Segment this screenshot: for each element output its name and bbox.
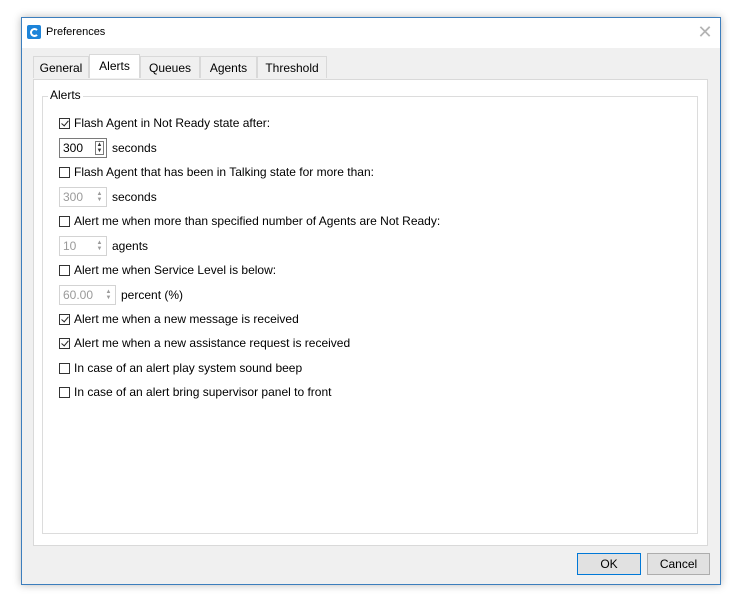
alerts-group-label: Alerts bbox=[48, 88, 83, 102]
flash-talking-spinbox[interactable]: 300 ▲ ▼ bbox=[59, 187, 107, 207]
new-assistance-checkbox[interactable] bbox=[59, 338, 70, 349]
alerts-tab-panel: Alerts Flash Agent in Not Ready state af… bbox=[33, 79, 708, 546]
service-level-checkbox[interactable] bbox=[59, 265, 70, 276]
service-level-spinbox[interactable]: 60.00 ▲ ▼ bbox=[59, 285, 116, 305]
tab-alerts[interactable]: Alerts bbox=[89, 54, 140, 78]
flash-talking-unit: seconds bbox=[112, 190, 157, 204]
tab-threshold[interactable]: Threshold bbox=[257, 56, 327, 78]
sound-beep-checkbox[interactable] bbox=[59, 363, 70, 374]
ok-button[interactable]: OK bbox=[577, 553, 641, 575]
flash-not-ready-checkbox[interactable] bbox=[59, 118, 70, 129]
sound-beep-label: In case of an alert play system sound be… bbox=[74, 361, 303, 375]
spin-arrows-icon[interactable]: ▲ ▼ bbox=[95, 239, 104, 253]
alerts-groupbox: Flash Agent in Not Ready state after: 30… bbox=[42, 96, 698, 534]
service-level-label: Alert me when Service Level is below: bbox=[74, 263, 277, 277]
agents-not-ready-unit: agents bbox=[112, 239, 149, 253]
window-title: Preferences bbox=[46, 26, 106, 38]
close-button[interactable]: ✕ bbox=[690, 18, 720, 48]
new-assistance-label: Alert me when a new assistance request i… bbox=[74, 336, 351, 350]
spin-arrows-icon[interactable]: ▲ ▼ bbox=[95, 190, 104, 204]
preferences-dialog: Preferences ✕ General Alerts Queues Agen… bbox=[21, 17, 721, 585]
new-message-label: Alert me when a new message is received bbox=[74, 312, 299, 326]
flash-not-ready-label: Flash Agent in Not Ready state after: bbox=[74, 116, 271, 130]
service-level-value: 60.00 bbox=[63, 288, 94, 302]
agents-not-ready-spinbox[interactable]: 10 ▲ ▼ bbox=[59, 236, 107, 256]
flash-not-ready-unit: seconds bbox=[112, 141, 157, 155]
title-bar: Preferences ✕ bbox=[22, 18, 720, 48]
cancel-button[interactable]: Cancel bbox=[647, 553, 710, 575]
agents-not-ready-value: 10 bbox=[63, 239, 77, 253]
flash-not-ready-value: 300 bbox=[63, 141, 84, 155]
bring-front-label: In case of an alert bring supervisor pan… bbox=[74, 385, 332, 399]
spin-arrows-icon[interactable]: ▲ ▼ bbox=[104, 288, 113, 302]
flash-talking-checkbox[interactable] bbox=[59, 167, 70, 178]
flash-not-ready-spinbox[interactable]: 300 ▲ ▼ bbox=[59, 138, 107, 158]
spin-arrows-icon[interactable]: ▲ ▼ bbox=[95, 141, 104, 155]
bring-front-checkbox[interactable] bbox=[59, 387, 70, 398]
flash-talking-value: 300 bbox=[63, 190, 84, 204]
service-level-unit: percent (%) bbox=[121, 288, 184, 302]
new-message-checkbox[interactable] bbox=[59, 314, 70, 325]
tab-agents[interactable]: Agents bbox=[200, 56, 257, 78]
agents-not-ready-checkbox[interactable] bbox=[59, 216, 70, 227]
app-logo-icon bbox=[27, 25, 41, 39]
tab-general[interactable]: General bbox=[33, 56, 89, 78]
agents-not-ready-label: Alert me when more than specified number… bbox=[74, 214, 441, 228]
flash-talking-label: Flash Agent that has been in Talking sta… bbox=[74, 165, 374, 179]
tab-queues[interactable]: Queues bbox=[140, 56, 200, 78]
